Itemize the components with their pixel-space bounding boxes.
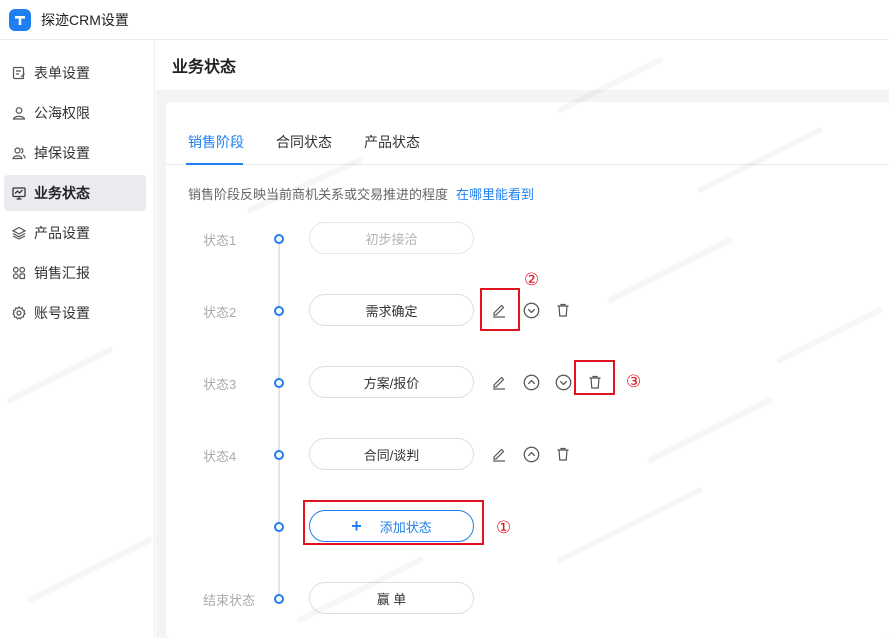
sidebar-item-label: 业务状态 (34, 185, 90, 201)
annotation-box-delete (574, 360, 615, 395)
monitor-icon (11, 185, 27, 201)
annotation-box-add (303, 500, 484, 545)
sidebar-item-public-sea[interactable]: 公海权限 (4, 95, 146, 131)
sidebar-item-label: 产品设置 (34, 225, 90, 241)
users-icon (11, 145, 27, 161)
gear-icon (11, 305, 27, 321)
sidebar: 表单设置 公海权限 掉保设置 业务状态 产品设置 销售汇报 账号设置 (0, 40, 155, 638)
edit-icon[interactable] (489, 372, 509, 392)
form-edit-icon (11, 65, 27, 81)
sidebar-item-label: 表单设置 (34, 65, 90, 81)
stage-label: 状态1 (203, 233, 237, 248)
settings-card: 销售阶段 合同状态 产品状态 销售阶段反映当前商机关系或交易推进的程度 在哪里能看… (166, 102, 889, 638)
sidebar-item-business-status[interactable]: 业务状态 (4, 175, 146, 211)
annotation-mark-2: ② (524, 270, 540, 289)
app-logo-icon (9, 8, 31, 31)
timeline-dot (274, 450, 284, 460)
sidebar-item-account-settings[interactable]: 账号设置 (4, 295, 146, 331)
timeline-dot (274, 234, 284, 244)
stage-label: 状态2 (203, 305, 237, 320)
annotation-mark-3: ③ (626, 372, 642, 391)
end-stage-label: 结束状态 (203, 593, 256, 608)
stage-pill[interactable]: 方案/报价 (309, 366, 474, 398)
sidebar-item-label: 公海权限 (34, 105, 90, 121)
timeline-line (278, 238, 280, 600)
end-stage-pill[interactable]: 赢 单 (309, 582, 474, 614)
timeline-dot (274, 594, 284, 604)
sidebar-item-drop-settings[interactable]: 掉保设置 (4, 135, 146, 171)
annotation-mark-1: ① (496, 518, 512, 537)
active-tab-indicator (186, 163, 243, 165)
app-title: 探迹CRM设置 (41, 11, 129, 28)
page-title: 业务状态 (156, 40, 889, 90)
grid-icon (11, 265, 27, 281)
description: 销售阶段反映当前商机关系或交易推进的程度 在哪里能看到 (188, 184, 534, 203)
main-content: 业务状态 销售阶段 合同状态 产品状态 销售阶段反映当前商机关系或交易推进的程度… (156, 40, 889, 638)
stage-pill[interactable]: 需求确定 (309, 294, 474, 326)
sidebar-item-product-settings[interactable]: 产品设置 (4, 215, 146, 251)
tab-contract-status[interactable]: 合同状态 (276, 132, 332, 152)
sidebar-item-form-settings[interactable]: 表单设置 (4, 55, 146, 91)
sidebar-item-label: 掉保设置 (34, 145, 90, 161)
stage-pill[interactable]: 合同/谈判 (309, 438, 474, 470)
tab-sales-stage[interactable]: 销售阶段 (188, 132, 244, 152)
tab-product-status[interactable]: 产品状态 (364, 132, 420, 152)
user-icon (11, 105, 27, 121)
help-link[interactable]: 在哪里能看到 (456, 187, 534, 202)
annotation-box-edit (480, 288, 520, 331)
sidebar-item-sales-report[interactable]: 销售汇报 (4, 255, 146, 291)
sidebar-item-label: 账号设置 (34, 305, 90, 321)
trash-icon[interactable] (553, 444, 573, 464)
stage-pill-disabled: 初步接洽 (309, 222, 474, 254)
timeline-dot (274, 378, 284, 388)
move-down-icon[interactable] (521, 300, 541, 320)
stage-label: 状态3 (203, 377, 237, 392)
tab-bar: 销售阶段 合同状态 产品状态 (166, 102, 889, 165)
move-up-icon[interactable] (521, 372, 541, 392)
title-bar: 探迹CRM设置 (0, 0, 889, 40)
timeline-dot (274, 522, 284, 532)
timeline-dot (274, 306, 284, 316)
move-down-icon[interactable] (553, 372, 573, 392)
description-text: 销售阶段反映当前商机关系或交易推进的程度 (188, 187, 449, 202)
trash-icon[interactable] (553, 300, 573, 320)
stage-label: 状态4 (203, 449, 237, 464)
layers-icon (11, 225, 27, 241)
sidebar-item-label: 销售汇报 (34, 265, 90, 281)
edit-icon[interactable] (489, 444, 509, 464)
move-up-icon[interactable] (521, 444, 541, 464)
